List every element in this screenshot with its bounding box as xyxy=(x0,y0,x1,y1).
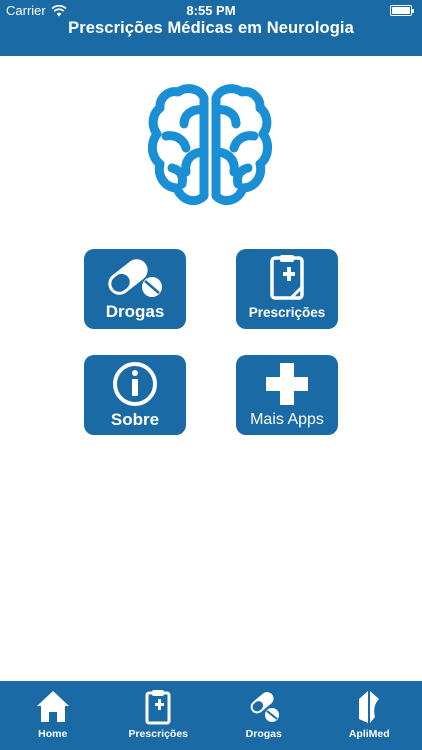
tab-prescricoes[interactable]: Prescrições xyxy=(106,681,212,750)
pills-icon xyxy=(250,692,279,722)
pills-icon xyxy=(108,259,162,297)
tab-drogas[interactable]: Drogas xyxy=(211,681,317,750)
clipboard-plus-icon xyxy=(145,690,171,725)
sobre-label: Sobre xyxy=(110,410,160,429)
brain-icon xyxy=(148,84,272,206)
status-time: 8:55 PM xyxy=(186,3,236,18)
battery-icon xyxy=(390,5,414,16)
plus-icon xyxy=(266,363,308,405)
prescricoes-button[interactable]: Prescrições xyxy=(236,249,338,329)
clipboard-plus-icon xyxy=(270,255,304,300)
tab-aplimed-label: ApliMed xyxy=(348,728,390,740)
sobre-button[interactable]: Sobre xyxy=(84,355,186,435)
mais-apps-label: Mais Apps xyxy=(250,411,324,428)
mais-apps-button[interactable]: Mais Apps xyxy=(236,355,338,435)
tab-bar: Home Prescrições Drogas ApliMed xyxy=(0,681,422,750)
prescricoes-label: Prescrições xyxy=(248,305,326,320)
tab-drogas-label: Drogas xyxy=(245,728,282,740)
info-icon xyxy=(113,362,157,406)
drogas-button[interactable]: Drogas xyxy=(84,249,186,329)
tab-aplimed[interactable]: ApliMed xyxy=(317,681,422,750)
tab-home-label: Home xyxy=(38,728,68,740)
navigation-header: Carrier 8:55 PM Prescrições Médicas em N… xyxy=(0,0,422,56)
tab-home[interactable]: Home xyxy=(0,681,106,750)
home-icon xyxy=(36,691,69,722)
tab-prescricoes-label: Prescrições xyxy=(128,728,189,740)
aplimed-logo-icon xyxy=(359,691,380,723)
drogas-label: Drogas xyxy=(105,302,165,321)
page-title: Prescrições Médicas em Neurologia xyxy=(68,19,354,37)
